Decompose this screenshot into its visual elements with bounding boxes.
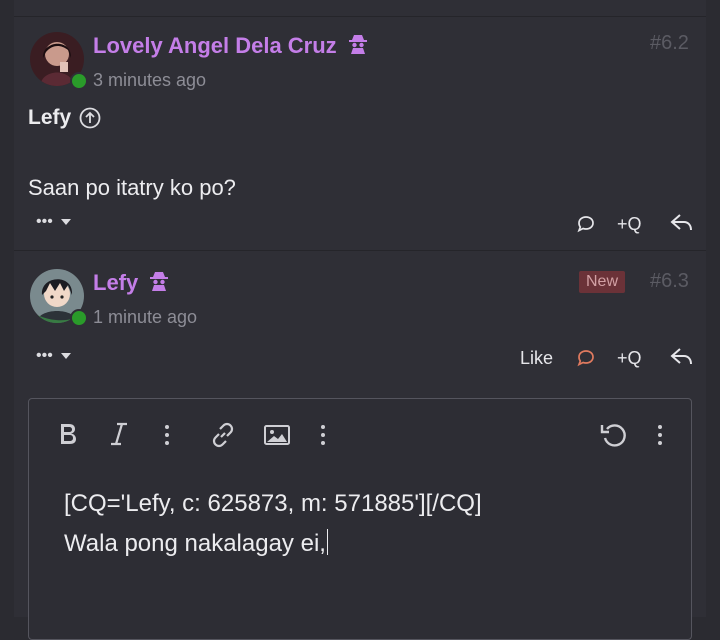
editor-line-1[interactable]: [CQ='Lefy, c: 625873, m: 571885'][/CQ]	[64, 484, 482, 524]
arrow-up-circle-icon[interactable]	[79, 107, 101, 129]
chevron-down-icon[interactable]	[60, 218, 72, 226]
reply-icon[interactable]	[670, 212, 694, 234]
link-icon[interactable]	[209, 421, 237, 449]
comment-icon[interactable]	[577, 215, 595, 233]
online-indicator	[70, 309, 88, 327]
username[interactable]: Lovely Angel Dela Cruz	[93, 33, 369, 59]
more-vertical-icon[interactable]	[656, 423, 664, 447]
more-actions[interactable]: •••	[36, 347, 72, 365]
more-vertical-icon[interactable]	[163, 423, 171, 447]
post-number[interactable]: #6.3	[650, 270, 689, 293]
new-badge: New	[579, 271, 626, 293]
more-actions[interactable]: •••	[36, 213, 72, 231]
post-time: 3 minutes ago	[93, 70, 207, 90]
undo-icon[interactable]	[599, 421, 629, 449]
username-text[interactable]: Lefy	[93, 270, 138, 295]
quote-button[interactable]: +Q	[617, 214, 642, 235]
username[interactable]: Lefy	[93, 270, 170, 296]
bold-icon[interactable]	[57, 421, 79, 447]
chevron-down-icon[interactable]	[60, 352, 72, 360]
post-6-3: Lefy 1 minute ago New #6.3 ••• Like +Q	[14, 250, 706, 388]
italic-icon[interactable]	[109, 421, 129, 447]
post-message: Saan po itatry ko po?	[28, 175, 236, 200]
more-label[interactable]: •••	[36, 347, 53, 364]
more-vertical-icon[interactable]	[319, 423, 327, 447]
post-time: 1 minute ago	[93, 307, 198, 327]
editor-line-2[interactable]: Wala pong nakalagay ei,	[64, 524, 482, 564]
post-6-2: Lovely Angel Dela Cruz 3 minutes ago #6.…	[14, 0, 706, 250]
editor-content[interactable]: [CQ='Lefy, c: 625873, m: 571885'][/CQ] W…	[64, 484, 482, 564]
spy-icon	[150, 272, 169, 291]
image-icon[interactable]	[263, 423, 291, 447]
quote-author[interactable]: Lefy	[28, 106, 71, 130]
comment-icon[interactable]	[577, 349, 595, 367]
reply-editor[interactable]: [CQ='Lefy, c: 625873, m: 571885'][/CQ] W…	[28, 398, 692, 640]
text-caret	[326, 529, 328, 555]
username-text[interactable]: Lovely Angel Dela Cruz	[93, 33, 337, 58]
post-number[interactable]: #6.2	[650, 32, 689, 55]
online-indicator	[70, 72, 88, 90]
quote-button[interactable]: +Q	[617, 348, 642, 369]
spy-icon	[348, 35, 367, 54]
like-button[interactable]: Like	[520, 348, 553, 369]
more-label[interactable]: •••	[36, 213, 53, 230]
editor-line-2-text[interactable]: Wala pong nakalagay ei,	[64, 530, 326, 557]
reply-icon[interactable]	[670, 346, 694, 368]
